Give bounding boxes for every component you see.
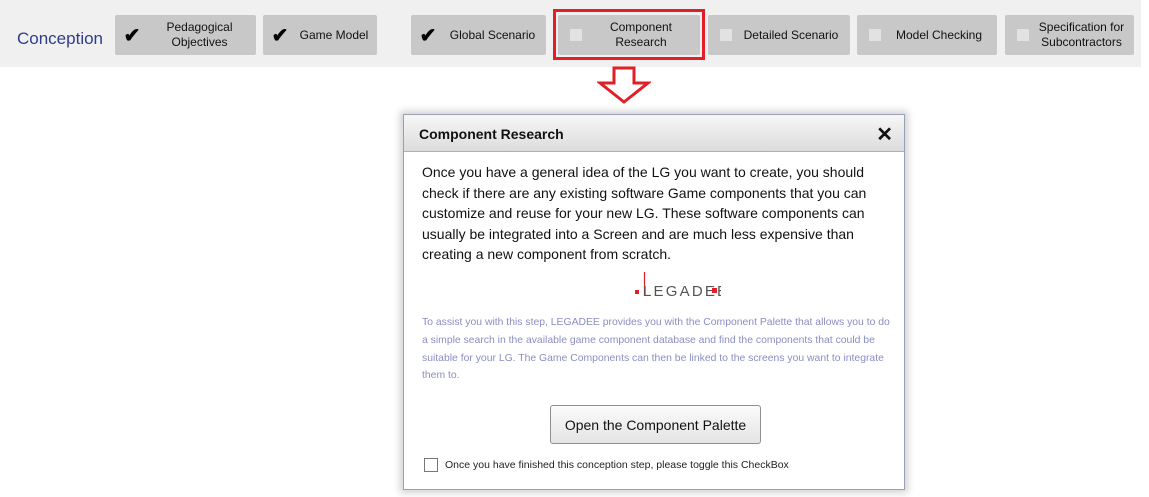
step-label: Model Checking [895, 27, 983, 42]
checkmark-icon: ✔ [271, 24, 289, 47]
checkmark-icon: ✔ [419, 24, 437, 47]
active-step-highlight [553, 9, 705, 60]
open-component-palette-button[interactable]: Open the Component Palette [550, 405, 761, 444]
dialog-title: Component Research [419, 126, 564, 142]
checkmark-icon: ✔ [123, 24, 141, 47]
close-icon[interactable]: ✕ [876, 122, 893, 147]
step-specification-subcontractors[interactable]: Specification for Subcontractors [1005, 15, 1134, 55]
step-label: Game Model [299, 27, 369, 42]
step-global-scenario[interactable]: ✔ Global Scenario [411, 15, 546, 55]
step-model-checking[interactable]: Model Checking [857, 15, 997, 55]
unchecked-box-icon [1017, 29, 1029, 41]
completion-checkbox[interactable] [424, 458, 438, 472]
completion-checkbox-row[interactable]: Once you have finished this conception s… [424, 458, 789, 472]
step-label: Pedagogical Objectives [166, 20, 233, 49]
component-research-dialog: Component Research ✕ Once you have a gen… [403, 114, 905, 490]
step-label: Detailed Scenario [743, 27, 839, 42]
step-label: Global Scenario [449, 27, 536, 42]
unchecked-box-icon [720, 29, 732, 41]
intro-text: Once you have a general idea of the LG y… [422, 164, 867, 263]
section-label: Conception [17, 29, 104, 48]
down-arrow-icon [597, 66, 651, 104]
step-game-model[interactable]: ✔ Game Model [263, 15, 377, 55]
step-detailed-scenario[interactable]: Detailed Scenario [708, 15, 850, 55]
dialog-header: Component Research ✕ [404, 115, 904, 152]
step-label: Specification for Subcontractors [1038, 20, 1125, 49]
legadee-logo: LEGADEE [635, 272, 721, 300]
svg-text:LEGADEE: LEGADEE [643, 283, 721, 300]
unchecked-box-icon [869, 29, 881, 41]
step-pedagogical-objectives[interactable]: ✔ Pedagogical Objectives [115, 15, 256, 55]
checkbox-label: Once you have finished this conception s… [445, 459, 789, 471]
assist-text: To assist you with this step, LEGADEE pr… [422, 317, 890, 382]
